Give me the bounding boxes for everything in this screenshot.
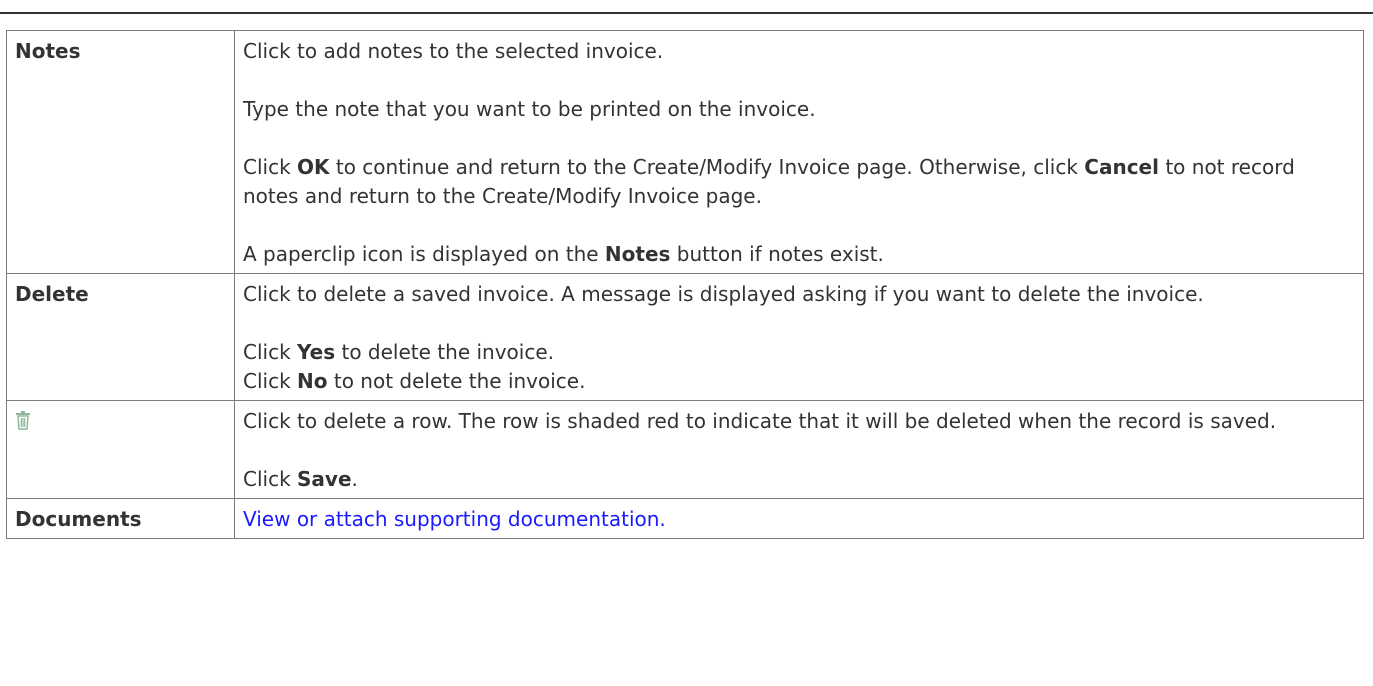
table-row-documents: Documents View or attach supporting docu… [6,498,1364,539]
text-segment: Click to delete a saved invoice. A messa… [243,282,1204,306]
term-delete: Delete [6,273,235,401]
desc-paragraph: Click to add notes to the selected invoi… [243,37,1355,66]
table-row-notes: Notes Click to add notes to the selected… [6,30,1364,274]
top-rule [0,12,1373,14]
description-notes: Click to add notes to the selected invoi… [234,30,1364,274]
no-term: No [297,369,328,393]
text-segment: to delete the invoice. [335,340,554,364]
description-documents: View or attach supporting documentation. [234,498,1364,539]
description-delete: Click to delete a saved invoice. A messa… [234,273,1364,401]
text-segment: Click to add notes to the selected invoi… [243,39,664,63]
text-segment: Click [243,369,298,393]
description-trash: Click to delete a row. The row is shaded… [234,400,1364,499]
text-segment: Click [243,467,298,491]
term-notes: Notes [6,30,235,274]
text-segment: A paperclip icon is displayed on the [243,242,605,266]
text-segment: Type the note that you want to be printe… [243,97,816,121]
trash-icon [15,410,226,430]
ok-term: OK [297,155,330,179]
desc-paragraph: Click to delete a saved invoice. A messa… [243,280,1355,309]
table-row-delete: Delete Click to delete a saved invoice. … [6,273,1364,401]
desc-paragraph: Click to delete a row. The row is shaded… [243,407,1355,436]
desc-paragraph: A paperclip icon is displayed on the Not… [243,240,1355,269]
documentation-link[interactable]: View or attach supporting documentation. [243,507,666,531]
text-segment: to not delete the invoice. [327,369,586,393]
yes-term: Yes [297,340,336,364]
desc-paragraph: Click Save. [243,465,1355,494]
table-row-delete-row: Click to delete a row. The row is shaded… [6,400,1364,499]
help-table: Notes Click to add notes to the selected… [6,30,1364,539]
text-segment: button if notes exist. [670,242,884,266]
term-documents: Documents [6,498,235,539]
desc-paragraph: Click OK to continue and return to the C… [243,153,1355,211]
text-segment: Click [243,155,298,179]
save-term: Save [297,467,352,491]
desc-paragraph: Type the note that you want to be printe… [243,95,1355,124]
desc-paragraph: Click Yes to delete the invoice. Click N… [243,338,1355,396]
text-segment: . [351,467,358,491]
text-segment: Click [243,340,298,364]
term-trash [6,400,235,499]
text-segment: to continue and return to the Create/Mod… [329,155,1085,179]
text-segment: Click to delete a row. The row is shaded… [243,409,1277,433]
cancel-term: Cancel [1084,155,1159,179]
notes-term: Notes [604,242,671,266]
